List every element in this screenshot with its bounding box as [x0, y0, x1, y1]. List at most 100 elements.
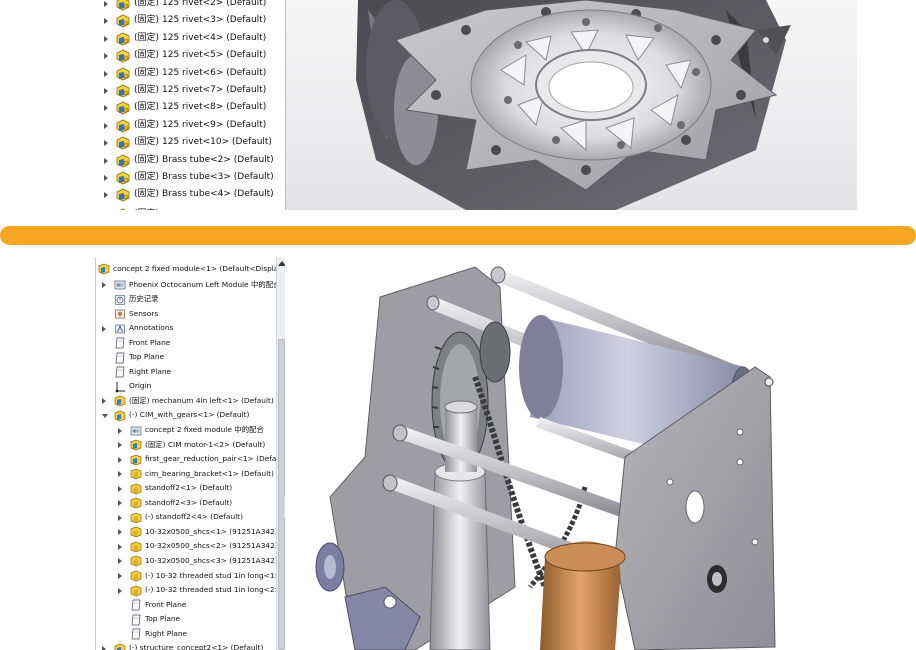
expand-arrow-icon[interactable]	[104, 122, 108, 129]
tree-item[interactable]: (-) 10-32 threaded stud 1in long<1> (De	[96, 569, 285, 584]
tree-item[interactable]: Annotations	[96, 321, 278, 336]
origin-icon	[115, 381, 125, 393]
expand-arrow-icon[interactable]	[104, 18, 108, 25]
tree-item[interactable]: first_gear_reduction_pair<1> (Default)	[96, 452, 285, 467]
expand-arrow-icon[interactable]	[118, 500, 122, 507]
scroll-up-arrow-icon[interactable]	[278, 261, 285, 266]
tree-item[interactable]: (固定) CIM motor-1<2> (Default)	[96, 438, 278, 453]
expand-arrow-icon[interactable]	[118, 529, 122, 536]
expand-arrow-icon[interactable]	[118, 485, 122, 492]
sensor-icon	[115, 309, 125, 319]
tree-item[interactable]: (-) 10-32 threaded stud 1in long<2> (De	[96, 583, 285, 598]
tree-item[interactable]: 10-32x0500_shcs<3> (91251A342)	[96, 554, 278, 569]
tree-item-label: standoff2<1> (Default)	[145, 483, 233, 493]
expand-arrow-icon[interactable]	[102, 325, 106, 332]
top-tree-item[interactable]: (固定) Brass tube<4> (Default)	[72, 186, 285, 203]
tree-item[interactable]: 10-32x0500_shcs<2> (91251A342)	[96, 539, 278, 554]
annotation-icon	[115, 324, 125, 333]
expand-arrow-icon[interactable]	[104, 192, 108, 199]
tree-item-label: Sensors	[129, 308, 159, 318]
expand-arrow-icon[interactable]	[118, 587, 122, 594]
expand-arrow-icon[interactable]	[104, 105, 108, 112]
assembly-icon	[114, 643, 126, 650]
part-icon	[116, 101, 130, 115]
tree-item[interactable]: (-) CIM_with_gears<1> (Default)	[96, 408, 278, 423]
tree-item[interactable]: standoff2<3> (Default)	[96, 496, 278, 511]
top-tree-item[interactable]: (固定) 125 rivet<9> (Default)	[72, 117, 285, 134]
tree-item[interactable]: Front Plane	[96, 336, 278, 351]
expand-arrow-icon[interactable]	[104, 53, 108, 60]
tree-item[interactable]: standoff2<1> (Default)	[96, 481, 278, 496]
tree-item-label: 125 rivet<4> (Default)	[162, 32, 267, 43]
tree-item[interactable]: 历史记录	[96, 292, 278, 307]
top-tree-item[interactable]: (固定) 125 rivet<8> (Default)	[72, 99, 285, 116]
top-tree-item[interactable]: (固定)	[72, 206, 285, 210]
tree-item-label: 125 rivet<7> (Default)	[162, 85, 267, 95]
expand-arrow-icon[interactable]	[104, 157, 108, 164]
tree-item-label: 125 rivet<6> (Default)	[162, 67, 267, 78]
tree-item[interactable]: Origin	[96, 379, 278, 394]
fixed-tag: (固定)	[134, 0, 160, 8]
collapse-arrow-icon[interactable]	[102, 414, 108, 419]
bottom-feature-tree: concept 2 fixed module<1> (Default<Displ…	[95, 257, 285, 650]
top-tree-item[interactable]: (固定) 125 rivet<3> (Default)	[72, 12, 285, 29]
tree-item[interactable]: (-) structure_concept2<1> (Default)	[96, 641, 278, 650]
tree-item-label: Top Plane	[145, 614, 181, 624]
expand-arrow-icon[interactable]	[104, 1, 108, 7]
tree-item[interactable]: Top Plane	[96, 612, 278, 627]
tree-item[interactable]: (-) standoff2<4> (Default)	[96, 510, 278, 525]
expand-arrow-icon[interactable]	[118, 514, 122, 521]
tree-item[interactable]: Phoenix Octocanum Left Module 中的配合	[96, 278, 281, 293]
fixed-tag: (固定)	[134, 67, 160, 78]
tree-item[interactable]: Top Plane	[96, 350, 278, 365]
assembly-icon	[130, 439, 142, 451]
expand-arrow-icon[interactable]	[118, 427, 122, 434]
expand-arrow-icon[interactable]	[118, 456, 122, 463]
tree-item-label: (固定) CIM motor-1<2> (Default)	[145, 439, 266, 449]
tree-root-item[interactable]: concept 2 fixed module<1> (Default<Displ…	[96, 262, 285, 277]
expand-arrow-icon[interactable]	[104, 140, 108, 147]
expand-arrow-icon[interactable]	[118, 573, 122, 579]
top-tree-item[interactable]: (固定) 125 rivet<7> (Default)	[72, 82, 285, 99]
tree-item-label: Front Plane	[129, 337, 171, 347]
tree-item[interactable]: Front Plane	[96, 598, 278, 613]
top-tree-item[interactable]: (固定) 125 rivet<5> (Default)	[72, 47, 285, 64]
part-icon	[130, 585, 142, 596]
mates-folder-icon	[130, 426, 142, 435]
top-tree-item[interactable]: (固定) 125 rivet<10> (Default)	[72, 134, 285, 151]
fixed-tag: (固定)	[134, 154, 160, 165]
tree-item[interactable]: Right Plane	[96, 365, 278, 380]
expand-arrow-icon[interactable]	[104, 175, 108, 181]
part-icon	[119, 208, 127, 210]
expand-arrow-icon[interactable]	[118, 558, 122, 565]
expand-arrow-icon[interactable]	[102, 282, 106, 288]
top-tree-item[interactable]: (固定) Brass tube<3> (Default)	[72, 169, 285, 186]
expand-arrow-icon[interactable]	[118, 442, 122, 449]
tree-item[interactable]: cim_bearing_bracket<1> (Default)	[96, 467, 278, 482]
tree-item-label: (-) CIM_with_gears<1> (Default)	[129, 410, 250, 420]
top-tree-item[interactable]: (固定) Brass tube<2> (Default)	[72, 152, 285, 169]
tree-item[interactable]: Right Plane	[96, 627, 278, 642]
expand-arrow-icon[interactable]	[118, 471, 122, 478]
bottom-3d-viewport[interactable]	[285, 257, 807, 650]
tree-item[interactable]: 10-32x0500_shcs<1> (91251A342)	[96, 525, 278, 540]
expand-arrow-icon[interactable]	[102, 398, 106, 405]
tree-item-label: first_gear_reduction_pair<1> (Default)	[145, 454, 285, 464]
expand-arrow-icon[interactable]	[104, 88, 108, 94]
tree-item[interactable]: concept 2 fixed module 中的配合	[96, 423, 278, 438]
tree-scrollbar[interactable]	[276, 257, 285, 650]
top-tree-item[interactable]: (固定) 125 rivet<2> (Default)	[72, 0, 285, 12]
fixed-tag: (固定)	[134, 206, 159, 210]
tree-item[interactable]: Sensors	[96, 307, 278, 322]
top-feature-tree: (固定) 125 rivet<2> (Default) (固定) 125 rivet<…	[72, 0, 286, 210]
expand-arrow-icon[interactable]	[104, 35, 108, 42]
top-3d-viewport[interactable]	[286, 0, 857, 210]
part-icon	[130, 541, 142, 553]
top-tree-item[interactable]: (固定) 125 rivet<4> (Default)	[72, 30, 285, 47]
top-tree-item[interactable]: (固定) 125 rivet<6> (Default)	[72, 65, 285, 82]
expand-arrow-icon[interactable]	[104, 70, 108, 77]
expand-arrow-icon[interactable]	[118, 543, 122, 550]
expand-arrow-icon[interactable]	[102, 645, 106, 650]
tree-item[interactable]: (固定) mechanum 4in left<1> (Default)	[96, 394, 278, 409]
tree-root-label: concept 2 fixed module<1> (Default<Displ…	[113, 264, 285, 273]
